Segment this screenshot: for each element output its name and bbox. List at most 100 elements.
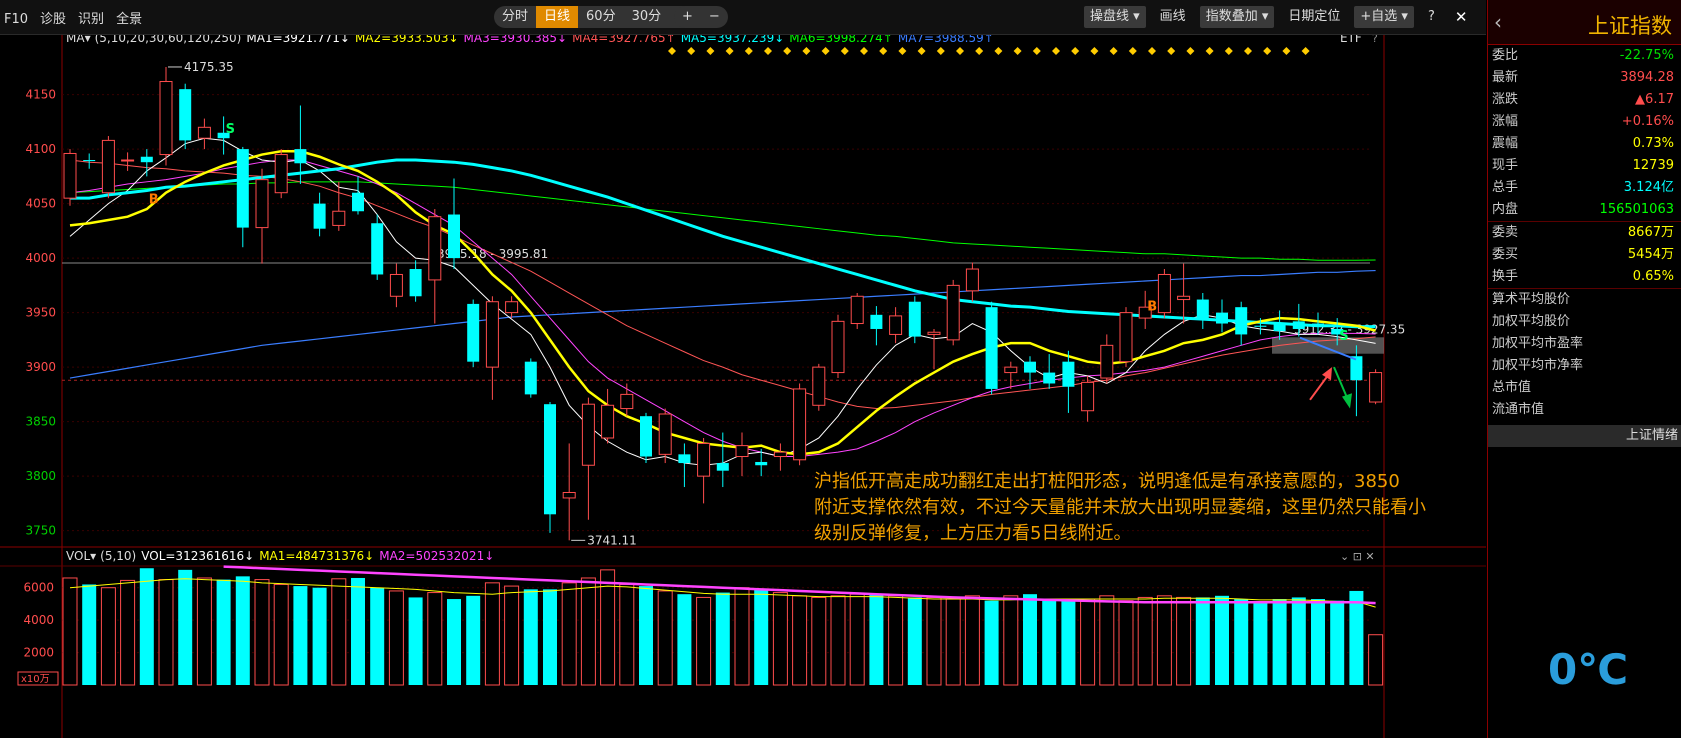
period-tab-1[interactable]: 日线	[536, 6, 579, 28]
toolbar-right-4[interactable]: +自选 ▾	[1354, 6, 1414, 28]
candle-down	[1292, 321, 1305, 329]
vol-panel-controls[interactable]: ⌄ ⊡ ✕	[1340, 550, 1375, 563]
volume-bar-up	[1080, 598, 1096, 686]
quote-rows-secondary: 委卖 8667万 委买 5454万 换手 0.65%	[1488, 222, 1681, 288]
sentiment-tab[interactable]: 上证情绪	[1488, 425, 1681, 447]
toolbar: F10诊股识别全景 分时日线60分30分周线 ▾ +− 操盘线 ▾画线指数叠加 …	[0, 0, 1486, 35]
price-tick-label: 3850	[25, 415, 56, 429]
toolbar-right-2[interactable]: 指数叠加 ▾	[1199, 6, 1275, 28]
candle-down	[524, 361, 537, 395]
candle-up	[965, 268, 979, 292]
candle-up	[1119, 312, 1133, 363]
toolbar-right-5[interactable]: ?	[1422, 6, 1441, 28]
volume-bar-up	[888, 595, 904, 686]
rows1-row-1: 最新 3894.28	[1488, 67, 1681, 89]
toolbar-right-6[interactable]: ✕	[1449, 6, 1474, 28]
candle-up	[812, 366, 826, 406]
volume-bar-down	[1272, 599, 1287, 685]
toolbar-link-1[interactable]: 诊股	[40, 12, 66, 27]
high-label: 4175.35	[184, 60, 234, 74]
etf-label[interactable]: ETF	[1340, 35, 1362, 45]
volume-bar-up	[1003, 595, 1019, 686]
volume-bar-down	[1330, 600, 1345, 685]
kline-chart[interactable]: MA▾ (5,10,20,30,60,120,250) MA1=3921.771↓ M…	[0, 35, 1486, 738]
rows1-label: 总手	[1492, 180, 1519, 195]
candle-up	[101, 139, 115, 194]
candle-down	[755, 461, 768, 466]
volume-bar-up	[772, 592, 788, 686]
rows1-value: 12739	[1632, 158, 1674, 173]
candle-down	[985, 307, 998, 389]
rows2-value: 5454万	[1627, 247, 1674, 262]
candle-down	[1235, 307, 1248, 335]
candle-down	[448, 214, 460, 259]
candle-down	[678, 454, 691, 464]
volume-bar-down	[1215, 595, 1229, 685]
rows1-row-0: 委比 -22.75%	[1488, 45, 1681, 67]
volume-bar-down	[639, 586, 653, 685]
ma-legend-item-4: MA4=3927.765↑	[572, 35, 676, 45]
rows2-row-1: 委买 5454万	[1488, 244, 1681, 266]
gap-zone	[1272, 337, 1384, 354]
ma-legend-item-1: MA1=3921.771↓	[246, 35, 350, 45]
volume-bar-up	[120, 579, 136, 686]
period-tab-2[interactable]: 60分	[578, 6, 624, 28]
candle-up	[1177, 295, 1191, 301]
rows1-value: 3894.28	[1620, 70, 1674, 85]
rows1-label: 震幅	[1492, 136, 1519, 151]
rows1-value: +0.16%	[1621, 114, 1674, 129]
toolbar-right-0[interactable]: 操盘线 ▾	[1084, 6, 1146, 28]
vol-legend-prefix[interactable]: VOL▾	[66, 549, 96, 563]
price-tick-label: 4050	[25, 197, 56, 211]
candle-down	[83, 160, 96, 162]
price-tick-label: 4000	[25, 251, 56, 265]
candle-up	[562, 491, 576, 499]
price-tick-label: 3950	[25, 306, 56, 320]
ma-legend-item-6: MA6=3998.274↑	[789, 35, 893, 45]
candle-down	[1312, 323, 1324, 327]
zoom-out-button[interactable]: −	[701, 6, 728, 28]
price-tick-label: 3750	[25, 524, 56, 538]
avg-row-2: 加权平均市盈率	[1492, 336, 1584, 351]
toolbar-link-2[interactable]: 识别	[78, 12, 104, 27]
volume-bar-up	[273, 583, 289, 686]
candle-down	[544, 404, 556, 515]
candle-up	[121, 159, 135, 162]
volume-bar-up	[158, 579, 174, 686]
candle-up	[1369, 372, 1383, 403]
ma-help-icon[interactable]: ?	[1372, 35, 1378, 45]
candle-up	[793, 388, 807, 461]
candle-down	[467, 303, 480, 362]
ma-legend-prefix[interactable]: MA▾	[66, 35, 91, 45]
period-tab-3[interactable]: 30分	[624, 6, 670, 28]
toolbar-link-3[interactable]: 全景	[116, 12, 142, 27]
volume-bar-down	[1195, 597, 1210, 685]
volume-bar-down	[1234, 599, 1249, 685]
zoom-in-button[interactable]: +	[674, 6, 701, 28]
volume-bar-down	[408, 597, 423, 685]
candle-up	[428, 216, 442, 281]
candle-down	[908, 301, 921, 337]
rows1-row-2: 涨跌 ▲6.17	[1488, 89, 1681, 111]
volume-bar-down	[82, 584, 97, 685]
volume-bar-down	[907, 597, 922, 685]
volume-bar-down	[139, 568, 154, 685]
period-tab-0[interactable]: 分时	[494, 6, 536, 28]
toolbar-left-links: F10 诊股 识别 全景	[4, 8, 154, 27]
toolbar-right-1[interactable]: 画线	[1154, 6, 1192, 28]
candle-down	[313, 203, 326, 229]
candle-up	[274, 154, 288, 194]
toolbar-link-0[interactable]: F10	[4, 12, 28, 27]
volume-bar-down	[523, 589, 538, 685]
volume-bar-up	[945, 598, 961, 686]
ma-legend-item-7: MA7=3988.59↑	[898, 35, 994, 45]
candle-up	[946, 284, 960, 341]
volume-tick-label: 4000	[23, 613, 54, 627]
candle-down	[371, 223, 384, 275]
trade-signal: B	[149, 193, 159, 208]
back-chevron-icon[interactable]: ‹	[1494, 10, 1502, 34]
volume-bar-up	[331, 578, 347, 686]
volume-bar-down	[351, 577, 365, 685]
toolbar-right-3[interactable]: 日期定位	[1282, 6, 1346, 28]
avg-row-3: 加权平均市净率	[1492, 358, 1584, 373]
